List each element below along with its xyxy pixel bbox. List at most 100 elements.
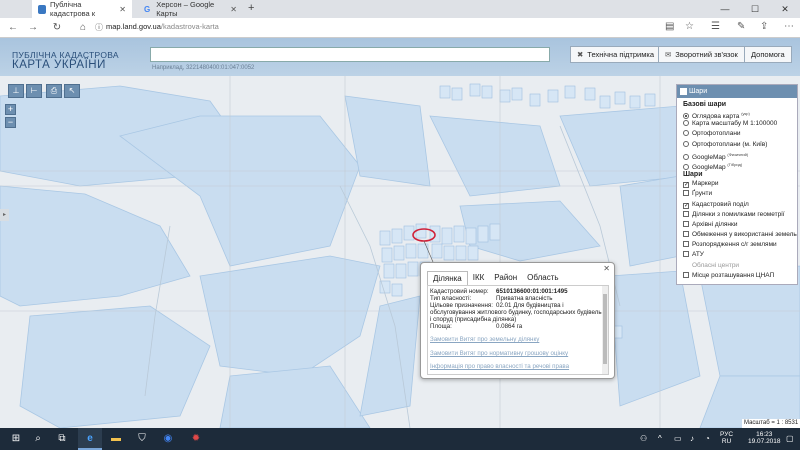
chrome-icon[interactable]: ◉ — [156, 428, 180, 450]
base-layer-option[interactable]: Карта масштабу М 1:100000 — [677, 119, 797, 129]
radio-icon[interactable] — [683, 153, 689, 160]
overlay-layer-option[interactable]: Архівні ділянки — [677, 220, 797, 230]
popup-scrollbar[interactable] — [602, 286, 608, 374]
radio-icon[interactable] — [683, 113, 689, 119]
store-icon[interactable]: ⛉ — [130, 428, 154, 450]
edge-browser-icon[interactable]: e — [78, 428, 102, 450]
refresh-icon[interactable]: ↻ — [50, 21, 64, 35]
windows-start-icon[interactable]: ⊞ — [4, 428, 28, 450]
ownership-info-link[interactable]: Інформація про право власності та речові… — [430, 363, 569, 370]
tab-ikk[interactable]: ІКК — [468, 271, 490, 285]
checkbox-icon[interactable]: ✓ — [683, 182, 689, 189]
minimize-button[interactable]: — — [710, 0, 740, 18]
tray-expand-icon[interactable]: ^ — [658, 434, 662, 443]
checkbox-icon[interactable]: ✓ — [683, 202, 689, 209]
new-tab-button[interactable]: + — [248, 2, 254, 14]
more-icon[interactable]: ⋯ — [784, 21, 794, 32]
cadastral-search-input[interactable] — [150, 47, 550, 62]
battery-icon[interactable]: ▭ — [674, 434, 682, 443]
overlay-layer-option[interactable]: ✓ Кадастровий поділ — [677, 200, 797, 210]
ownership-value: Приватна власність — [496, 295, 553, 302]
base-layer-option[interactable]: GoogleMap (Физичний) — [677, 150, 797, 161]
close-icon[interactable]: ✕ — [603, 264, 610, 273]
radio-icon[interactable] — [683, 120, 689, 127]
volume-icon[interactable]: ♪ — [690, 434, 694, 443]
notifications-icon[interactable]: ▢ — [786, 434, 794, 443]
favorite-star-icon[interactable]: ☆ — [685, 21, 694, 32]
tab-district[interactable]: Район — [489, 271, 522, 285]
order-valuation-extract-link[interactable]: Замовити Витяг про нормативну грошову оц… — [430, 350, 568, 357]
layers-panel-header[interactable]: Шари — [677, 85, 797, 98]
cadastre-favicon-icon — [38, 4, 46, 14]
purpose-value-line2: обслуговування житлового будинку, господ… — [430, 309, 602, 316]
file-explorer-icon[interactable]: ▬ — [104, 428, 128, 450]
maximize-button[interactable]: ☐ — [740, 0, 770, 18]
radio-icon[interactable] — [683, 130, 689, 137]
print-icon[interactable]: ⎙ — [46, 84, 62, 98]
language-indicator[interactable]: РУС RU — [720, 431, 733, 445]
overlay-layer-option[interactable]: Ділянки з помилками геометрії — [677, 210, 797, 220]
overlay-layer-option[interactable]: Ґрунти — [677, 189, 797, 199]
app-icon[interactable]: ✹ — [184, 428, 208, 450]
area-tool-button[interactable]: ⊢ — [26, 84, 42, 98]
close-icon[interactable]: ✕ — [119, 5, 126, 14]
language-code-2: RU — [721, 438, 732, 445]
pen-icon[interactable]: ✎ — [737, 21, 745, 32]
radio-icon[interactable] — [683, 140, 689, 147]
cadnum-label: Кадастровий номер: — [430, 288, 489, 295]
overlay-layer-option[interactable]: ✓ Маркери — [677, 179, 797, 189]
base-layer-sup: (Физичний) — [727, 151, 749, 157]
favorites-list-icon[interactable]: ☰ — [711, 21, 720, 32]
help-button[interactable]: Допомога — [744, 46, 792, 63]
overlay-layer-option[interactable]: Розпорядження с/г землями — [677, 240, 797, 250]
checkbox-icon[interactable] — [683, 220, 689, 227]
ownership-label: Тип власності: — [430, 295, 472, 302]
close-window-button[interactable]: ✕ — [770, 0, 800, 18]
back-icon[interactable]: ← — [6, 21, 20, 35]
task-view-icon[interactable]: ⧉ — [50, 428, 74, 450]
clock[interactable]: 16:23 19.07.2018 — [748, 431, 781, 445]
support-button[interactable]: ✖ Технічна підтримка — [570, 46, 661, 63]
feedback-button[interactable]: ✉ Зворотний зв'язок — [658, 46, 745, 63]
checkbox-icon[interactable] — [683, 231, 689, 238]
base-layer-option[interactable]: Ортофотоплани — [677, 129, 797, 139]
base-layer-option[interactable]: Ортофотоплани (м. Київ) — [677, 140, 797, 150]
popup-scrollbar-thumb[interactable] — [603, 294, 607, 364]
url-field[interactable]: map.land.gov.ua/kadastrova-karta — [106, 22, 219, 31]
base-layer-option[interactable]: GoogleMap (Гібрид) — [677, 160, 797, 171]
side-panel-toggle-icon[interactable]: ▸ — [0, 209, 9, 221]
base-layer-label: Карта масштабу М 1:100000 — [692, 120, 778, 128]
support-label: Технічна підтримка — [587, 50, 654, 59]
base-layer-label: GoogleMap — [692, 163, 726, 171]
zoom-out-button[interactable]: − — [5, 117, 16, 128]
tab-google-maps[interactable]: G Херсон – Google Карты ✕ — [138, 0, 243, 18]
checkbox-icon[interactable] — [683, 210, 689, 217]
search-icon[interactable]: ⌕ — [26, 428, 50, 450]
forward-icon[interactable]: → — [26, 21, 40, 35]
close-icon[interactable]: ✕ — [230, 5, 237, 14]
overlay-layer-option[interactable]: Обмеження у використанні земель — [677, 230, 797, 240]
tab-region[interactable]: Область — [522, 271, 563, 285]
order-parcel-extract-link[interactable]: Замовити Витяг про земельну ділянку — [430, 336, 539, 343]
overlay-layer-option[interactable]: АТУ — [677, 250, 797, 260]
measure-tool-button[interactable]: ⊥ — [8, 84, 24, 98]
checkbox-icon[interactable] — [683, 271, 689, 278]
tab-cadastral-map[interactable]: Публічна кадастрова к ✕ — [32, 0, 132, 18]
radio-icon[interactable] — [683, 163, 689, 170]
tab-parcel[interactable]: Ділянка — [427, 271, 468, 285]
checkbox-icon[interactable] — [683, 241, 689, 248]
overlay-layer-option[interactable]: Місце розташування ЦНАП — [677, 271, 797, 281]
checkbox-icon[interactable] — [683, 190, 689, 197]
home-icon[interactable]: ⌂ — [76, 21, 90, 35]
base-layer-option[interactable]: Оглядова карта (укр) — [677, 109, 797, 120]
overlay-layer-label: Кадастровий поділ — [692, 200, 749, 208]
envelope-icon: ✉ — [665, 50, 672, 59]
browser-tab-strip: Публічна кадастрова к ✕ G Херсон – Googl… — [0, 0, 800, 18]
network-icon[interactable]: ◔ — [705, 434, 710, 443]
checkbox-icon[interactable] — [683, 251, 689, 258]
zoom-in-button[interactable]: + — [5, 104, 16, 115]
share-icon[interactable]: ⇪ — [760, 21, 768, 32]
person-icon[interactable]: ⚇ — [640, 434, 647, 443]
pointer-tool-button[interactable]: ↖ — [64, 84, 80, 98]
reading-view-icon[interactable]: ▤ — [665, 21, 674, 32]
